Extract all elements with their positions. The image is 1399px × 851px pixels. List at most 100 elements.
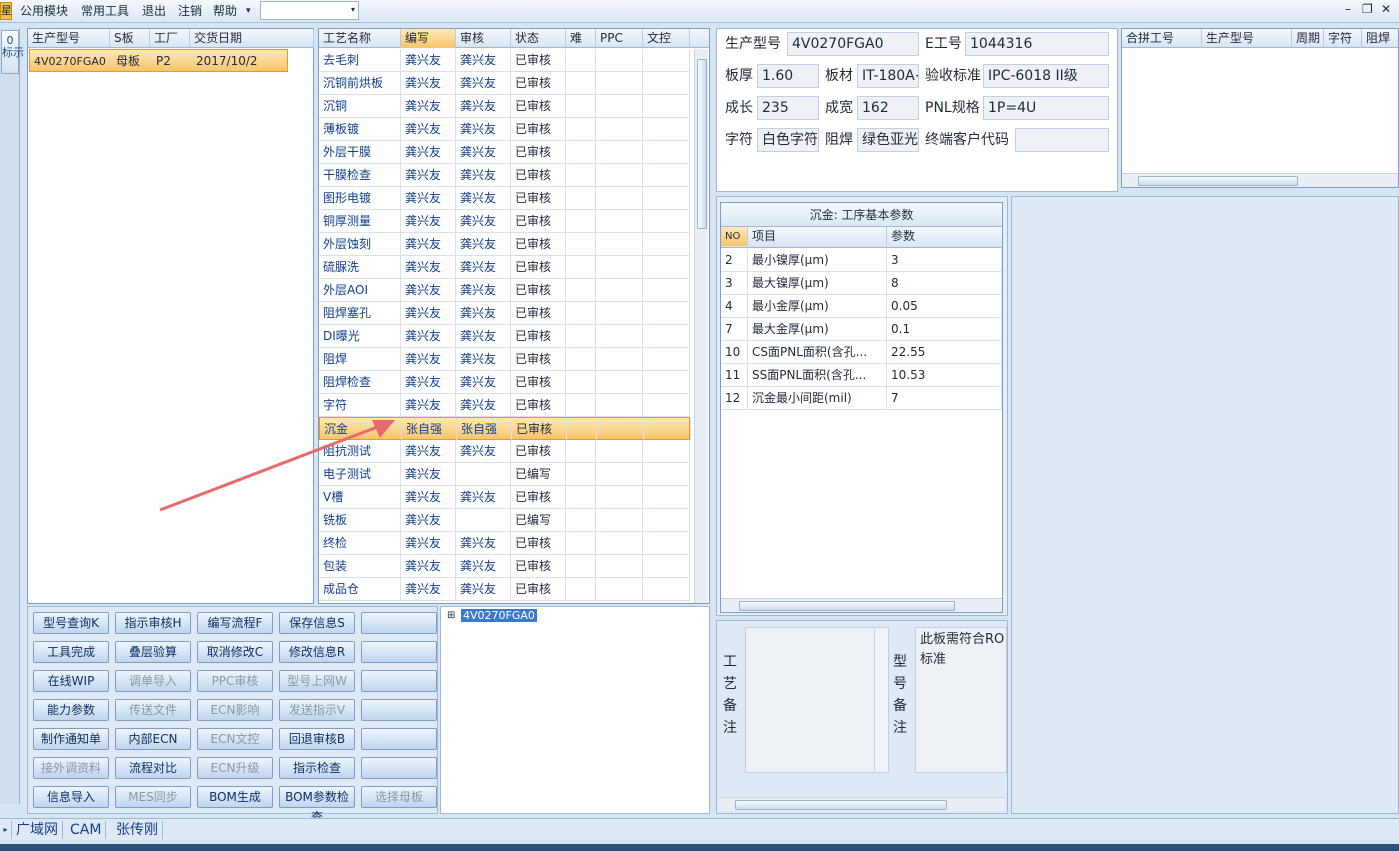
menu-public-module[interactable]: 公用模块	[20, 3, 68, 19]
action-button-3-3[interactable]: 发送指示V	[279, 699, 355, 721]
action-button-2-3[interactable]: 型号上网W	[279, 670, 355, 692]
process-row[interactable]: 沉铜前烘板 龚兴友 龚兴友 已审核	[319, 72, 690, 95]
col-delivery-date[interactable]: 交货日期	[190, 29, 314, 48]
chevron-down-icon[interactable]: ▾	[246, 3, 251, 19]
process-row[interactable]: 图形电镀 龚兴友 龚兴友 已审核	[319, 187, 690, 210]
char-field[interactable]: 白色字符	[757, 128, 819, 152]
menu-common-tools[interactable]: 常用工具	[81, 3, 129, 19]
col-ppc[interactable]: PPC	[596, 29, 643, 48]
action-button-0-0[interactable]: 型号查询K	[33, 612, 109, 634]
action-button-4-0[interactable]: 制作通知单	[33, 728, 109, 750]
action-button-1-0[interactable]: 工具完成	[33, 641, 109, 663]
col-factory[interactable]: 工厂	[150, 29, 190, 48]
length-field[interactable]: 235	[757, 96, 819, 120]
action-button-0-1[interactable]: 指示审核H	[115, 612, 191, 634]
thickness-field[interactable]: 1.60	[757, 64, 819, 88]
material-field[interactable]: IT-180A+	[857, 64, 919, 88]
col-writer[interactable]: 编写	[401, 29, 456, 48]
action-button-3-4[interactable]	[361, 699, 437, 721]
col-combine-char[interactable]: 字符	[1324, 29, 1362, 48]
remarks-scrollbar[interactable]	[719, 797, 1005, 811]
col-s-board[interactable]: S板	[110, 29, 150, 48]
param-row[interactable]: 4 最小金厚(μm) 0.05	[721, 295, 1002, 318]
action-button-6-0[interactable]: 信息导入	[33, 786, 109, 808]
action-button-3-2[interactable]: ECN影响	[197, 699, 273, 721]
process-row[interactable]: 阻焊检查 龚兴友 龚兴友 已审核	[319, 371, 690, 394]
action-button-5-4[interactable]	[361, 757, 437, 779]
col-combine-model[interactable]: 生产型号	[1202, 29, 1292, 48]
eno-field[interactable]: 1044316	[965, 32, 1109, 56]
col-process-name[interactable]: 工艺名称	[319, 29, 401, 48]
mark-button[interactable]: 0 标示	[1, 30, 24, 74]
process-row[interactable]: 终检 龚兴友 龚兴友 已审核	[319, 532, 690, 555]
action-button-4-3[interactable]: 回退审核B	[279, 728, 355, 750]
action-button-2-2[interactable]: PPC审核	[197, 670, 273, 692]
col-combine-mask[interactable]: 阻焊	[1362, 29, 1399, 48]
restore-icon[interactable]: ❐	[1362, 2, 1373, 16]
action-button-1-1[interactable]: 叠层验算	[115, 641, 191, 663]
process-row[interactable]: 去毛刺 龚兴友 龚兴友 已审核	[319, 49, 690, 72]
action-button-0-3[interactable]: 保存信息S	[279, 612, 355, 634]
action-button-6-3[interactable]: BOM参数检查	[279, 786, 355, 824]
action-button-5-2[interactable]: ECN升级	[197, 757, 273, 779]
col-difficulty[interactable]: 难	[566, 29, 596, 48]
col-combine-cycle[interactable]: 周期	[1292, 29, 1324, 48]
action-button-1-2[interactable]: 取消修改C	[197, 641, 273, 663]
toolbar-combo[interactable]: ▾	[260, 1, 359, 20]
action-button-5-1[interactable]: 流程对比	[115, 757, 191, 779]
expand-icon[interactable]: ⊞	[447, 610, 455, 621]
action-button-3-1[interactable]: 传送文件	[115, 699, 191, 721]
col-status[interactable]: 状态	[511, 29, 566, 48]
action-button-3-0[interactable]: 能力参数	[33, 699, 109, 721]
col-doc-control[interactable]: 文控	[643, 29, 690, 48]
customer-field[interactable]	[1015, 128, 1109, 152]
model-field[interactable]: 4V0270FGA0	[787, 32, 919, 56]
process-row[interactable]: 成品仓 龚兴友 龚兴友 已审核	[319, 578, 690, 601]
action-button-6-4[interactable]: 选择母板	[361, 786, 437, 808]
param-row[interactable]: 12 沉金最小间距(mil) 7	[721, 387, 1002, 410]
order-row[interactable]: 4V0270FGA0 母板 P2 2017/10/2	[29, 49, 288, 72]
process-row[interactable]: 铜厚测量 龚兴友 龚兴友 已审核	[319, 210, 690, 233]
action-button-4-4[interactable]	[361, 728, 437, 750]
action-button-4-2[interactable]: ECN文控	[197, 728, 273, 750]
menu-help[interactable]: 帮助	[213, 3, 237, 19]
process-row[interactable]: 阻焊塞孔 龚兴友 龚兴友 已审核	[319, 302, 690, 325]
param-row[interactable]: 7 最大金厚(μm) 0.1	[721, 318, 1002, 341]
col-no[interactable]: NO	[721, 227, 748, 246]
process-row[interactable]: 阻焊 龚兴友 龚兴友 已审核	[319, 348, 690, 371]
action-button-2-0[interactable]: 在线WIP	[33, 670, 109, 692]
action-button-4-1[interactable]: 内部ECN	[115, 728, 191, 750]
param-row[interactable]: 2 最小镍厚(μm) 3	[721, 249, 1002, 272]
action-button-2-4[interactable]	[361, 670, 437, 692]
col-item[interactable]: 项目	[748, 227, 887, 246]
col-reviewer[interactable]: 审核	[456, 29, 511, 48]
close-icon[interactable]: ✕	[1381, 2, 1391, 16]
mask-field[interactable]: 绿色亚光	[857, 128, 919, 152]
process-row[interactable]: 薄板镀 龚兴友 龚兴友 已审核	[319, 118, 690, 141]
menu-tag[interactable]: 星	[0, 2, 12, 20]
process-row[interactable]: 沉铜 龚兴友 龚兴友 已审核	[319, 95, 690, 118]
param-row[interactable]: 3 最大镍厚(μm) 8	[721, 272, 1002, 295]
combine-scrollbar[interactable]	[1122, 173, 1398, 187]
action-button-6-2[interactable]: BOM生成	[197, 786, 273, 808]
action-button-2-1[interactable]: 调单导入	[115, 670, 191, 692]
col-value[interactable]: 参数	[887, 227, 1002, 246]
process-row[interactable]: 包装 龚兴友 龚兴友 已审核	[319, 555, 690, 578]
action-button-5-3[interactable]: 指示检查	[279, 757, 355, 779]
tree-node[interactable]: 4V0270FGA0	[461, 609, 537, 622]
standard-field[interactable]: IPC-6018 II级	[983, 64, 1109, 88]
action-button-6-1[interactable]: MES同步	[115, 786, 191, 808]
model-remark-field[interactable]: 此板需符合RO 标准	[915, 627, 1007, 773]
process-remark-field[interactable]	[745, 627, 889, 773]
process-row[interactable]: DI曝光 龚兴友 龚兴友 已审核	[319, 325, 690, 348]
pnl-field[interactable]: 1P=4U	[983, 96, 1109, 120]
action-button-1-3[interactable]: 修改信息R	[279, 641, 355, 663]
process-row[interactable]: 外层蚀刻 龚兴友 龚兴友 已审核	[319, 233, 690, 256]
params-scrollbar[interactable]	[721, 598, 1002, 612]
process-row[interactable]: 干膜检查 龚兴友 龚兴友 已审核	[319, 164, 690, 187]
param-row[interactable]: 11 SS面PNL面积(含孔... 10.53	[721, 364, 1002, 387]
action-button-0-2[interactable]: 编写流程F	[197, 612, 273, 634]
process-row[interactable]: 硫脲洗 龚兴友 龚兴友 已审核	[319, 256, 690, 279]
action-button-0-4[interactable]	[361, 612, 437, 634]
process-row[interactable]: 外层干膜 龚兴友 龚兴友 已审核	[319, 141, 690, 164]
